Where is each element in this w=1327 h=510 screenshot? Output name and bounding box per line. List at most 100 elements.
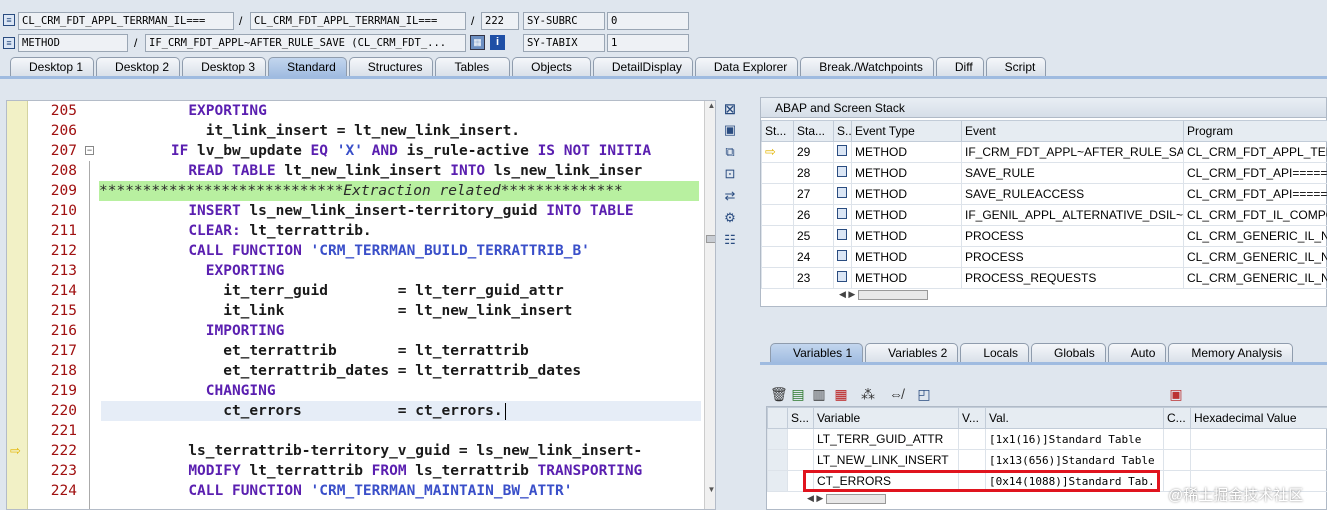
variable-row[interactable]: LT_NEW_LINK_INSERT [1x13(656)]Standard Ta…	[767, 449, 1327, 471]
delete-icon[interactable]: 🗑	[770, 386, 788, 402]
save-icon[interactable]: ▣	[1168, 386, 1184, 402]
fold-toggle-icon[interactable]: −	[85, 146, 94, 155]
tab-structures[interactable]: Structures	[348, 57, 434, 77]
vars-header-cell[interactable]: Hexadecimal Value	[1190, 407, 1327, 429]
stack-program[interactable]: CL_CRM_GENERIC_IL_NEW	[1183, 267, 1327, 289]
vars-header-cell[interactable]: Val.	[985, 407, 1164, 429]
settings-icon[interactable]: ☷	[722, 232, 738, 248]
code-line[interactable]: et_terrattrib = lt_terrattrib	[101, 341, 701, 361]
stack-header-cell[interactable]: St...	[761, 120, 794, 142]
tab-globals[interactable]: Globals	[1031, 343, 1106, 363]
stack-header-cell[interactable]: Event	[961, 120, 1184, 142]
method-field[interactable]: IF_CRM_FDT_APPL~AFTER_RULE_SAVE (CL_CRM_…	[145, 34, 466, 52]
code-line[interactable]: et_terrattrib_dates = lt_terrattrib_date…	[101, 361, 701, 381]
stack-program[interactable]: CL_CRM_FDT_IL_COMPON	[1183, 204, 1327, 226]
code-line[interactable]: EXPORTING	[101, 101, 701, 121]
variable-name[interactable]: LT_TERR_GUID_ATTR	[813, 428, 959, 450]
window-icon[interactable]: ◰	[916, 386, 932, 402]
new-tool-icon[interactable]: ▣	[722, 122, 738, 138]
import-icon[interactable]: ▥	[811, 386, 827, 402]
variable-name[interactable]: LT_NEW_LINK_INSERT	[813, 449, 959, 471]
swap-icon[interactable]: ⇄	[722, 188, 738, 204]
tab-memory-analysis[interactable]: Memory Analysis	[1168, 343, 1294, 363]
tabix-value[interactable]: 1	[607, 34, 689, 52]
variable-row[interactable]: LT_TERR_GUID_ATTR [1x1(16)]Standard Table	[767, 428, 1327, 450]
code-line[interactable]: EXPORTING	[101, 261, 701, 281]
vars-header-cell[interactable]: C...	[1163, 407, 1191, 429]
stack-program[interactable]: CL_CRM_FDT_APPL_TERR	[1183, 141, 1327, 163]
class-field-2[interactable]: CL_CRM_FDT_APPL_TERRMAN_IL===	[250, 12, 466, 30]
code-line[interactable]: ls_terrattrib-territory_v_guid = ls_new_…	[101, 441, 701, 461]
row-selector[interactable]	[767, 428, 788, 450]
tab-auto[interactable]: Auto	[1107, 343, 1167, 363]
vars-header-cell[interactable]: S...	[787, 407, 814, 429]
stack-row[interactable]: 27 METHOD SAVE_RULEACCESS CL_CRM_FDT_API===…	[761, 183, 1327, 205]
tab-desktop-3[interactable]: Desktop 3	[182, 57, 267, 77]
subrc-value[interactable]: 0	[607, 12, 689, 30]
vars-header-cell[interactable]: V...	[958, 407, 986, 429]
navigate-icon[interactable]: ⇎	[888, 386, 904, 402]
row-selector[interactable]	[767, 470, 788, 492]
tab-variables-2[interactable]: Variables 2	[865, 343, 959, 363]
stack-header-cell[interactable]: S...	[833, 120, 852, 142]
editor-scrollbar[interactable]: ▲ ▼	[704, 101, 715, 509]
code-line[interactable]: ****************************Extraction r…	[99, 181, 699, 201]
stack-event[interactable]: IF_CRM_FDT_APPL~AFTER_RULE_SAVE	[961, 141, 1184, 163]
tab-locals[interactable]: Locals	[960, 343, 1029, 363]
stack-event[interactable]: PROCESS	[961, 225, 1184, 247]
close-icon[interactable]: ☒	[722, 102, 738, 118]
tab-tables[interactable]: Tables	[435, 57, 511, 77]
variable-value[interactable]: [1x1(16)]Standard Table	[985, 428, 1164, 450]
stack-header-cell[interactable]: Program	[1183, 120, 1327, 142]
stack-header-cell[interactable]: Event Type	[851, 120, 962, 142]
tab-objects[interactable]: Objects	[512, 57, 591, 77]
code-line[interactable]: INSERT ls_new_link_insert-territory_guid…	[101, 201, 701, 221]
tab-variables-1[interactable]: Variables 1	[770, 343, 864, 363]
stack-program[interactable]: CL_CRM_GENERIC_IL_NEW	[1183, 246, 1327, 268]
tab-desktop-2[interactable]: Desktop 2	[96, 57, 181, 77]
stack-row[interactable]: 25 METHODPROCESSCL_CRM_GENERIC_IL_NEW	[761, 225, 1327, 247]
vars-header-cell[interactable]: Variable	[813, 407, 959, 429]
code-line[interactable]: it_link_insert = lt_new_link_insert.	[101, 121, 701, 141]
stack-row[interactable]: 28 METHOD SAVE_RULE CL_CRM_FDT_API=====	[761, 162, 1327, 184]
code-line[interactable]	[101, 421, 701, 441]
stack-hscroll[interactable]: ◀ ▶	[839, 289, 949, 303]
vars-hscroll[interactable]: ◀ ▶	[807, 493, 947, 507]
stack-program[interactable]: CL_CRM_FDT_API=====	[1183, 183, 1327, 205]
source-editor[interactable]: ▲ ▼ 205 EXPORTING 206 it_link_insert = lt…	[6, 100, 716, 510]
replace-tool-icon[interactable]: ⧉	[722, 144, 738, 160]
tab-breakpoints[interactable]: Break./Watchpoints	[800, 57, 934, 77]
tab-standard[interactable]: Standard	[268, 57, 347, 77]
stack-row[interactable]: ⇨ 29 METHOD IF_CRM_FDT_APPL~AFTER_RULE_SAVE…	[761, 141, 1327, 163]
stack-header-cell[interactable]: Sta...	[793, 120, 834, 142]
tree-icon[interactable]: ⁂	[860, 386, 876, 402]
stack-event[interactable]: IF_GENIL_APPL_ALTERNATIVE_DSIL~...	[961, 204, 1184, 226]
stack-row[interactable]: 24 METHODPROCESSCL_CRM_GENERIC_IL_NEW	[761, 246, 1327, 268]
code-line[interactable]: it_link = lt_new_link_insert	[101, 301, 701, 321]
variable-value[interactable]: [1x13(656)]Standard Table	[985, 449, 1164, 471]
tab-data-explorer[interactable]: Data Explorer	[694, 57, 799, 77]
code-line[interactable]: CALL FUNCTION 'CRM_TERRMAN_BUILD_TERRATT…	[101, 241, 701, 261]
code-line[interactable]: CALL FUNCTION 'CRM_TERRMAN_MAINTAIN_BW_A…	[101, 481, 701, 501]
stack-row[interactable]: 26 METHOD IF_GENIL_APPL_ALTERNATIVE_DSIL~.…	[761, 204, 1327, 226]
stack-event[interactable]: SAVE_RULEACCESS	[961, 183, 1184, 205]
code-line[interactable]: CLEAR: lt_terrattrib.	[101, 221, 701, 241]
tab-desktop-1[interactable]: Desktop 1	[10, 57, 95, 77]
tab-detail-display[interactable]: DetailDisplay	[592, 57, 693, 77]
stack-event[interactable]: PROCESS_REQUESTS	[961, 267, 1184, 289]
stack-program[interactable]: CL_CRM_GENERIC_IL_NEW	[1183, 225, 1327, 247]
code-line[interactable]: IF lv_bw_update EQ 'X' AND is_rule-activ…	[101, 141, 701, 161]
class-field-1[interactable]: CL_CRM_FDT_APPL_TERRMAN_IL===	[18, 12, 234, 30]
info-icon[interactable]: i	[490, 35, 505, 50]
code-line[interactable]: MODIFY lt_terrattrib FROM ls_terrattrib …	[101, 461, 701, 481]
vars-header-cell[interactable]	[767, 407, 788, 429]
stack-row[interactable]: 23 METHOD PROCESS_REQUESTS CL_CRM_GENERIC_I…	[761, 267, 1327, 289]
code-line[interactable]: it_terr_guid = lt_terr_guid_attr	[101, 281, 701, 301]
tab-diff[interactable]: Diff	[935, 57, 984, 77]
stack-event[interactable]: PROCESS	[961, 246, 1184, 268]
display-source-icon[interactable]: ▦	[470, 35, 485, 50]
stack-program[interactable]: CL_CRM_FDT_API=====	[1183, 162, 1327, 184]
code-line[interactable]: IMPORTING	[101, 321, 701, 341]
line-number-field[interactable]: 222	[481, 12, 519, 30]
export-icon[interactable]: ▤	[790, 386, 806, 402]
